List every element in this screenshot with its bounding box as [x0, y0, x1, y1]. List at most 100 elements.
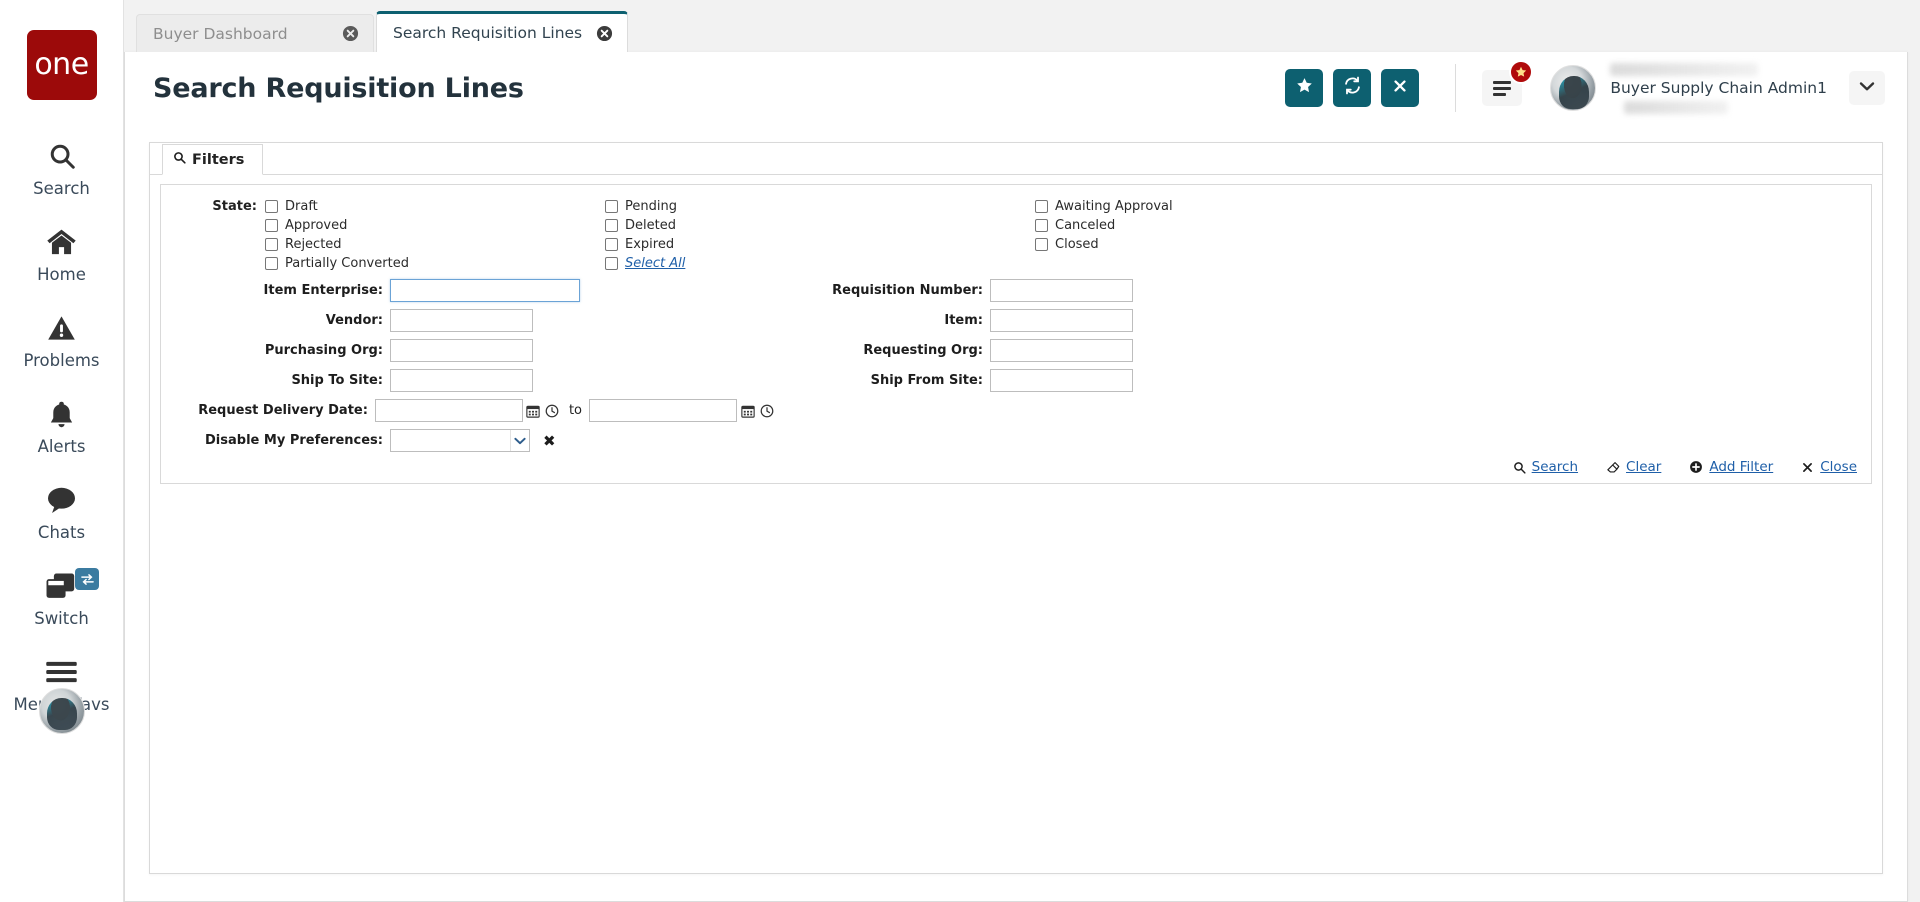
calendar-icon[interactable]	[739, 401, 756, 420]
state-column-2: Pending Deleted Expired	[605, 197, 1035, 273]
action-label: Clear	[1626, 459, 1661, 475]
field-item: Item:	[775, 309, 1857, 332]
page-title: Search Requisition Lines	[153, 73, 524, 104]
close-page-button[interactable]	[1381, 69, 1419, 107]
filter-actions: Search Clear	[1513, 459, 1857, 475]
tab-close-icon[interactable]	[342, 25, 359, 42]
field-vendor: Vendor:	[175, 309, 775, 332]
request-delivery-date-to-input[interactable]	[589, 399, 737, 422]
state-checkbox-grid: State: Draft Approved	[175, 197, 1857, 273]
tab-filters[interactable]: Filters	[162, 144, 263, 175]
brand-logo[interactable]: one	[27, 30, 97, 100]
date-range-separator: to	[569, 403, 582, 418]
filters-panel: Filters State: Draft	[149, 142, 1883, 874]
star-icon	[1296, 77, 1313, 99]
filter-fields-grid: Item Enterprise: Vendor: Purchasing Org:	[175, 279, 1857, 459]
checkbox-row-deleted: Deleted	[605, 216, 1035, 235]
tab-search-requisition-lines[interactable]: Search Requisition Lines	[376, 11, 628, 52]
tab-close-icon[interactable]	[596, 25, 613, 42]
sidebar-item-search[interactable]: Search	[0, 136, 123, 198]
checkbox-label: Approved	[285, 218, 347, 233]
chat-bubble-icon	[46, 480, 77, 520]
header-divider	[1455, 64, 1456, 112]
warning-icon	[47, 308, 76, 348]
checkbox-select-all[interactable]	[605, 257, 618, 270]
purchasing-org-input[interactable]	[390, 339, 533, 362]
ship-to-site-input[interactable]	[390, 369, 533, 392]
checkbox-approved[interactable]	[265, 219, 278, 232]
checkbox-partially-converted[interactable]	[265, 257, 278, 270]
checkbox-pending[interactable]	[605, 200, 618, 213]
checkbox-draft[interactable]	[265, 200, 278, 213]
checkbox-canceled[interactable]	[1035, 219, 1048, 232]
tab-buyer-dashboard[interactable]: Buyer Dashboard	[136, 14, 374, 52]
user-menu-caret-button[interactable]	[1849, 71, 1885, 105]
checkbox-closed[interactable]	[1035, 238, 1048, 251]
field-requisition-number: Requisition Number:	[775, 279, 1857, 302]
sidebar-item-home[interactable]: Home	[0, 222, 123, 284]
field-request-delivery-date: Request Delivery Date:	[175, 399, 775, 422]
requisition-number-input[interactable]	[990, 279, 1133, 302]
checkbox-row-partially-converted: Partially Converted	[175, 254, 605, 273]
checkbox-expired[interactable]	[605, 238, 618, 251]
plus-circle-icon	[1689, 460, 1703, 474]
field-label: Disable My Preferences:	[175, 433, 390, 448]
field-label: Purchasing Org:	[175, 343, 390, 358]
item-enterprise-input[interactable]	[390, 279, 580, 302]
filter-fields-left: Item Enterprise: Vendor: Purchasing Org:	[175, 279, 775, 459]
close-action[interactable]: Close	[1801, 459, 1857, 475]
vendor-input[interactable]	[390, 309, 533, 332]
search-action[interactable]: Search	[1513, 459, 1578, 475]
search-icon	[1513, 461, 1526, 474]
main-region: Buyer Dashboard Search Requisition Lines	[124, 0, 1920, 902]
field-ship-from-site: Ship From Site:	[775, 369, 1857, 392]
checkbox-label: Rejected	[285, 237, 342, 252]
field-item-enterprise: Item Enterprise:	[175, 279, 775, 302]
sidebar-item-switch[interactable]: Switch	[0, 566, 123, 628]
sidebar-item-alerts[interactable]: Alerts	[0, 394, 123, 456]
user-name: Buyer Supply Chain Admin1	[1610, 79, 1827, 97]
item-input[interactable]	[990, 309, 1133, 332]
menu-bar	[1493, 81, 1511, 84]
clear-x-icon[interactable]: ✖	[543, 432, 556, 450]
checkbox-awaiting-approval[interactable]	[1035, 200, 1048, 213]
select-all-link[interactable]: Select All	[625, 256, 685, 271]
disable-my-preferences-select[interactable]	[390, 429, 530, 452]
star-badge-icon	[1509, 60, 1533, 84]
refresh-button[interactable]	[1333, 69, 1371, 107]
checkbox-label: Awaiting Approval	[1055, 199, 1173, 214]
menu-favorites-button[interactable]	[1482, 70, 1522, 106]
menu-bar	[1493, 87, 1511, 90]
ship-from-site-input[interactable]	[990, 369, 1133, 392]
clear-action[interactable]: Clear	[1606, 459, 1661, 475]
checkbox-label: Canceled	[1055, 218, 1115, 233]
field-disable-my-preferences: Disable My Preferences: ✖	[175, 429, 775, 452]
checkbox-row-draft: State: Draft	[175, 197, 605, 216]
sidebar-item-chats[interactable]: Chats	[0, 480, 123, 542]
checkbox-row-closed: Closed	[1035, 235, 1857, 254]
rail-avatar[interactable]	[39, 688, 85, 734]
field-label: Ship To Site:	[175, 373, 390, 388]
checkbox-rejected[interactable]	[265, 238, 278, 251]
avatar	[1550, 65, 1596, 111]
checkbox-row-approved: Approved	[175, 216, 605, 235]
filters-panel-tabbar: Filters	[150, 143, 1882, 175]
clock-icon[interactable]	[758, 401, 775, 420]
switch-toggle-badge[interactable]	[75, 568, 99, 590]
field-purchasing-org: Purchasing Org:	[175, 339, 775, 362]
clock-icon[interactable]	[544, 401, 561, 420]
hamburger-menu-icon	[45, 652, 78, 692]
add-filter-action[interactable]: Add Filter	[1689, 459, 1773, 475]
calendar-icon[interactable]	[525, 401, 542, 420]
checkbox-label: Expired	[625, 237, 674, 252]
requesting-org-input[interactable]	[990, 339, 1133, 362]
checkbox-deleted[interactable]	[605, 219, 618, 232]
close-x-icon	[1392, 78, 1408, 99]
favorite-button[interactable]	[1285, 69, 1323, 107]
tab-label: Search Requisition Lines	[393, 24, 582, 42]
field-label: Item:	[775, 313, 990, 328]
redacted-text-bottom	[1624, 101, 1728, 114]
sidebar-item-problems[interactable]: Problems	[0, 308, 123, 370]
user-menu[interactable]: Buyer Supply Chain Admin1	[1550, 65, 1885, 111]
request-delivery-date-from-input[interactable]	[375, 399, 523, 422]
